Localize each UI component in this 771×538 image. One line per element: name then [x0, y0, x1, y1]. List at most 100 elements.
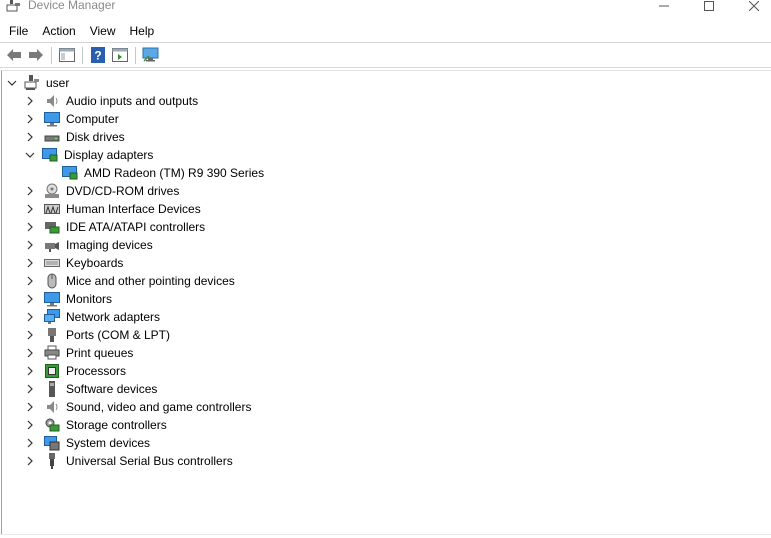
- chevron-down-icon[interactable]: [6, 74, 18, 92]
- tree-item-label: Ports (COM & LPT): [66, 328, 171, 342]
- tree-item-ide[interactable]: IDE ATA/ATAPI controllers: [24, 218, 205, 236]
- display-adapter-icon: [62, 165, 78, 181]
- tree-item-software-devices[interactable]: Software devices: [24, 380, 157, 398]
- toolbar-separator: [51, 46, 52, 64]
- system-device-icon: [44, 435, 60, 451]
- tree-item-label: Network adapters: [66, 310, 161, 324]
- chevron-right-icon[interactable]: [24, 308, 36, 326]
- tree-item-label: Monitors: [66, 292, 113, 306]
- tree-item-sound[interactable]: Sound, video and game controllers: [24, 398, 251, 416]
- tree-item-label: Computer: [66, 112, 119, 126]
- tree-item-keyboards[interactable]: Keyboards: [24, 254, 123, 272]
- tree-item-hid[interactable]: Human Interface Devices: [24, 200, 201, 218]
- hid-icon: [44, 201, 60, 217]
- tree-item-imaging[interactable]: Imaging devices: [24, 236, 153, 254]
- chevron-right-icon[interactable]: [24, 452, 36, 470]
- menu-file[interactable]: File: [0, 20, 35, 42]
- toolbar-separator: [82, 46, 83, 64]
- help-icon[interactable]: ?: [87, 45, 109, 65]
- back-icon[interactable]: [3, 45, 25, 65]
- chevron-right-icon[interactable]: [24, 254, 36, 272]
- software-device-icon: [44, 381, 60, 397]
- chevron-right-icon[interactable]: [24, 92, 36, 110]
- chevron-right-icon[interactable]: [24, 380, 36, 398]
- tree-item-dvd[interactable]: DVD/CD-ROM drives: [24, 182, 179, 200]
- tree-item-amd-radeon[interactable]: AMD Radeon (TM) R9 390 Series: [44, 164, 264, 182]
- chevron-right-icon[interactable]: [24, 182, 36, 200]
- device-tree: user Audio inputs and outputs Computer D…: [1, 70, 771, 536]
- tree-item-monitors[interactable]: Monitors: [24, 290, 112, 308]
- tree-item-audio[interactable]: Audio inputs and outputs: [24, 92, 198, 110]
- tree-item-network-adapters[interactable]: Network adapters: [24, 308, 160, 326]
- usb-icon: [44, 453, 60, 469]
- tree-item-label: IDE ATA/ATAPI controllers: [66, 220, 206, 234]
- toolbar: ?: [0, 44, 771, 66]
- tree-root-label: user: [46, 76, 70, 90]
- tree-item-usb[interactable]: Universal Serial Bus controllers: [24, 452, 233, 470]
- tree-item-label: Sound, video and game controllers: [66, 400, 252, 414]
- tree-item-processors[interactable]: Processors: [24, 362, 126, 380]
- chevron-right-icon[interactable]: [24, 272, 36, 290]
- chevron-right-icon[interactable]: [24, 290, 36, 308]
- port-icon: [44, 327, 60, 343]
- tree-item-ports[interactable]: Ports (COM & LPT): [24, 326, 170, 344]
- tree-item-label: AMD Radeon (TM) R9 390 Series: [84, 166, 265, 180]
- tree-item-label: Processors: [66, 364, 127, 378]
- tree-item-display-adapters[interactable]: Display adapters: [24, 146, 153, 164]
- device-manager-icon: [6, 0, 22, 14]
- properties-pane-icon[interactable]: [109, 45, 131, 65]
- display-adapter-icon: [42, 147, 58, 163]
- disk-drive-icon: [44, 129, 60, 145]
- close-button[interactable]: [731, 0, 771, 16]
- chevron-right-icon[interactable]: [24, 434, 36, 452]
- show-hide-console-tree-icon[interactable]: [56, 45, 78, 65]
- chevron-down-icon[interactable]: [24, 146, 36, 164]
- menu-bar: File Action View Help: [0, 20, 771, 42]
- window-bottom-edge: [0, 534, 771, 538]
- dvd-drive-icon: [44, 183, 60, 199]
- keyboard-icon: [44, 255, 60, 271]
- chevron-right-icon[interactable]: [24, 326, 36, 344]
- chevron-right-icon[interactable]: [24, 416, 36, 434]
- maximize-button[interactable]: [686, 0, 732, 16]
- chevron-right-icon[interactable]: [24, 398, 36, 416]
- speaker-icon: [44, 399, 60, 415]
- chevron-right-icon[interactable]: [24, 362, 36, 380]
- tree-item-storage-controllers[interactable]: Storage controllers: [24, 416, 167, 434]
- tree-item-computer[interactable]: Computer: [24, 110, 119, 128]
- menu-view[interactable]: View: [83, 20, 123, 42]
- monitor-scan-icon[interactable]: [140, 45, 162, 65]
- tree-item-label: Disk drives: [66, 130, 125, 144]
- tree-item-label: Display adapters: [64, 148, 154, 162]
- tree-item-label: DVD/CD-ROM drives: [66, 184, 180, 198]
- chevron-right-icon[interactable]: [24, 218, 36, 236]
- forward-icon[interactable]: [25, 45, 47, 65]
- speaker-icon: [44, 93, 60, 109]
- chevron-right-icon[interactable]: [24, 344, 36, 362]
- minimize-button[interactable]: [641, 0, 687, 16]
- tree-item-system-devices[interactable]: System devices: [24, 434, 150, 452]
- tree-item-mice[interactable]: Mice and other pointing devices: [24, 272, 235, 290]
- chevron-right-icon[interactable]: [24, 236, 36, 254]
- menu-action[interactable]: Action: [35, 20, 82, 42]
- tree-item-print-queues[interactable]: Print queues: [24, 344, 133, 362]
- menu-help[interactable]: Help: [123, 20, 162, 42]
- computer-icon: [44, 111, 60, 127]
- chevron-right-icon[interactable]: [24, 200, 36, 218]
- ide-controller-icon: [44, 219, 60, 235]
- toolbar-divider: [0, 67, 771, 68]
- tree-item-disk-drives[interactable]: Disk drives: [24, 128, 125, 146]
- tree-item-label: System devices: [66, 436, 151, 450]
- svg-text:?: ?: [94, 49, 101, 63]
- chevron-right-icon[interactable]: [24, 128, 36, 146]
- title-bar: Device Manager: [0, 0, 771, 18]
- printer-icon: [44, 345, 60, 361]
- tree-item-label: Human Interface Devices: [66, 202, 201, 216]
- tree-item-label: Universal Serial Bus controllers: [66, 454, 233, 468]
- tree-item-label: Mice and other pointing devices: [66, 274, 235, 288]
- window-title: Device Manager: [28, 0, 116, 12]
- mouse-icon: [44, 273, 60, 289]
- chevron-right-icon[interactable]: [24, 110, 36, 128]
- tree-root-user[interactable]: user: [6, 74, 69, 92]
